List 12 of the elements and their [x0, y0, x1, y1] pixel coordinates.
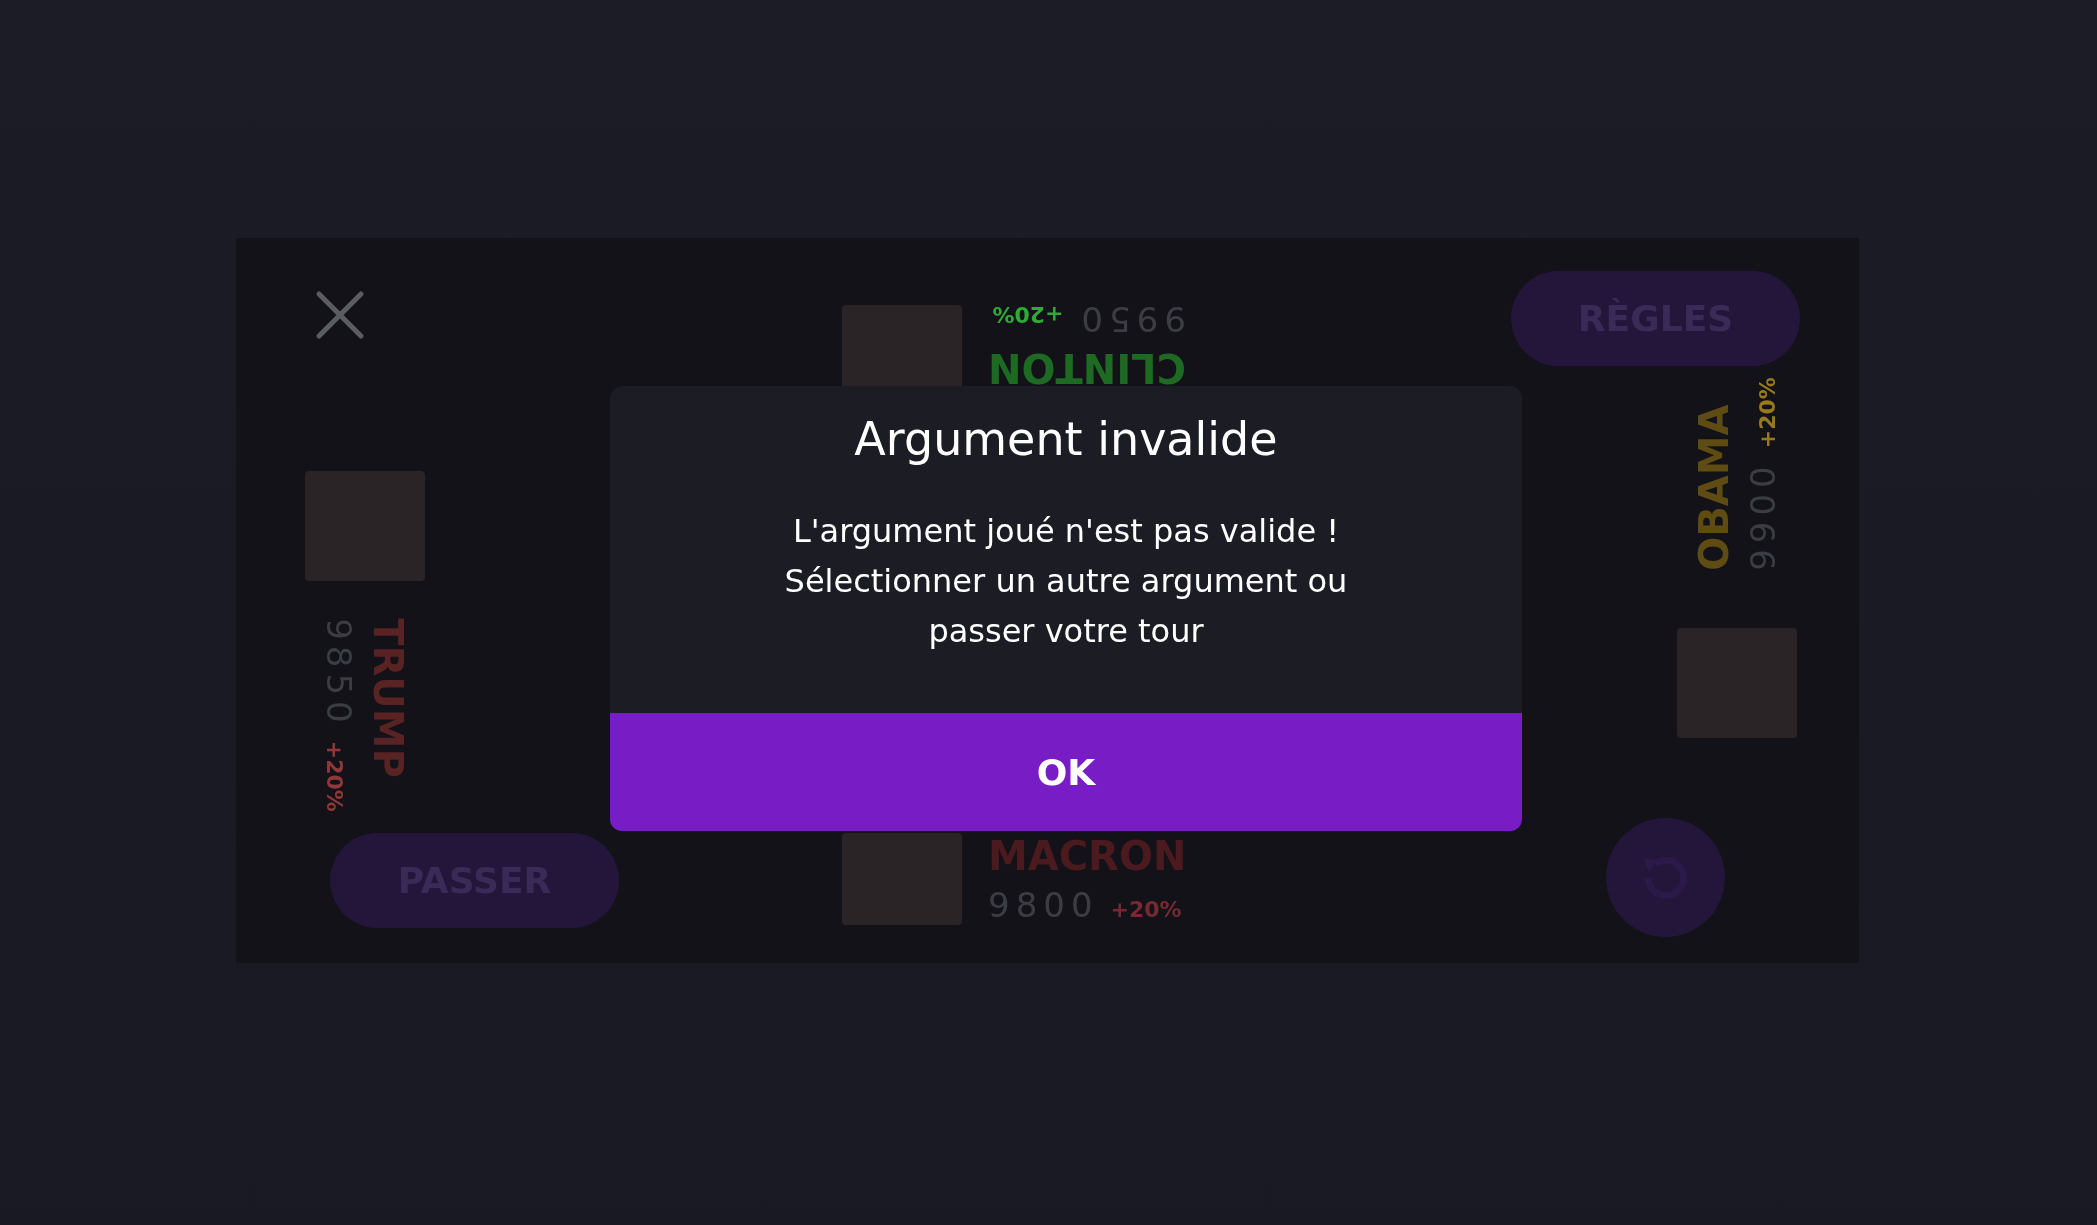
close-icon[interactable] — [315, 290, 365, 340]
bonus-label: +20% — [1754, 377, 1780, 449]
ok-button[interactable]: OK — [610, 713, 1522, 831]
dialog-title: Argument invalide — [854, 412, 1278, 466]
player-name: MACRON — [988, 833, 1187, 879]
bonus-label: +20% — [321, 740, 347, 812]
dialog-message: L'argument joué n'est pas valide ! Sélectionner un autre argument ou passer votre tour — [783, 511, 1349, 652]
bonus-label: +20% — [992, 302, 1064, 327]
player-name: OBAMA — [1690, 403, 1737, 571]
player-name: CLINTON — [988, 345, 1186, 391]
player-name: TRUMP — [364, 618, 411, 780]
bonus-label: +20% — [1110, 897, 1182, 922]
